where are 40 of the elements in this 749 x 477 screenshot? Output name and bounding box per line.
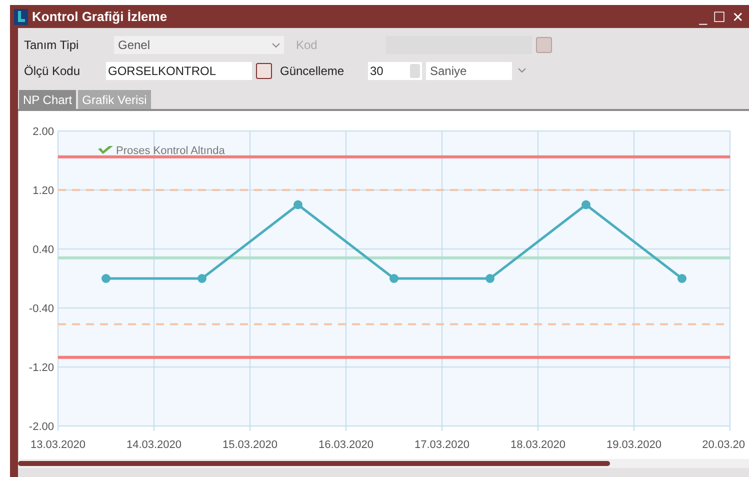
data-point [198, 274, 206, 283]
y-tick-label: -1.20 [28, 362, 54, 374]
chevron-icon [518, 68, 526, 73]
field-label: Güncelleme [280, 62, 346, 80]
y-tick-label: -2.00 [28, 421, 54, 433]
data-point [390, 274, 398, 283]
data-point [294, 200, 302, 210]
guncelleme-field[interactable]: 30 [368, 62, 422, 80]
chevron-icon [272, 42, 280, 48]
window-title: Kontrol Grafiği İzleme [32, 8, 168, 26]
x-tick-label: 13.03.2020 [30, 439, 86, 451]
y-tick-label: 1.20 [32, 185, 54, 197]
y-tick-label: 0.40 [32, 244, 54, 256]
window-control-button[interactable]: ✕ [731, 10, 745, 24]
data-point [582, 200, 590, 210]
x-tick-label: 18.03.2020 [510, 439, 566, 451]
data-point [678, 274, 686, 283]
app-logo-icon [14, 8, 28, 24]
field-label: Ölçü Kodu [24, 62, 82, 80]
x-tick-label: 14.03.2020 [126, 439, 182, 451]
x-tick-label: 17.03.2020 [414, 439, 470, 451]
y-tick-label: -0.40 [28, 303, 54, 315]
x-tick-label: 19.03.2020 [606, 439, 662, 451]
field-label: Tanım Tipi [24, 37, 80, 54]
window-control-button[interactable]: _ [698, 10, 708, 24]
x-tick-label: 15.03.2020 [222, 439, 278, 451]
data-point [102, 274, 110, 283]
x-tick-label: 20.03.20 [702, 439, 745, 451]
unit-dropdown[interactable]: Saniye [426, 62, 512, 80]
field-label: Kod [296, 37, 318, 54]
y-tick-label: 2.00 [32, 126, 54, 138]
window-control-button[interactable]: ☐ [712, 10, 727, 24]
data-point [486, 274, 494, 283]
horizontal-scrollbar[interactable] [18, 459, 749, 468]
x-tick-label: 16.03.2020 [318, 439, 374, 451]
check-icon [98, 146, 113, 154]
status-label: Proses Kontrol Altında [116, 145, 225, 157]
tanim-tipi-dropdown[interactable]: Genel [114, 36, 284, 54]
scrollbar-thumb[interactable] [18, 461, 610, 466]
olcu-kodu-field[interactable]: GORSELKONTROL [106, 62, 252, 80]
